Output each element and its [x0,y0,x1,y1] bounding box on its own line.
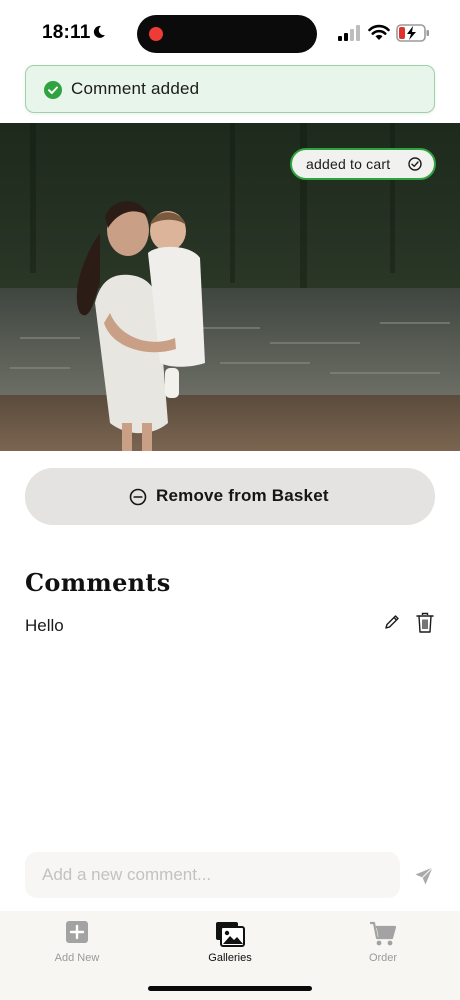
tab-galleries-label: Galleries [208,952,252,964]
trash-icon[interactable] [416,612,434,634]
wifi-icon [368,24,390,40]
remove-from-basket-label: Remove from Basket [156,486,329,505]
home-indicator [148,986,312,991]
check-circle-outline-icon [408,157,422,171]
cart-icon [370,921,397,946]
tab-add-new-label: Add New [54,952,100,964]
pencil-icon[interactable] [383,613,401,631]
moon-icon [93,25,105,38]
tab-add-new[interactable]: Add New [17,911,137,971]
dynamic-island [137,15,317,53]
tab-galleries[interactable]: Galleries [170,911,290,971]
status-time: 18:11 [42,22,91,43]
tab-order[interactable]: Order [323,911,443,971]
toast-message: Comment added [71,79,200,98]
plus-square-icon [66,921,88,943]
photo-gallery-icon [216,922,245,947]
comment-item: Hello [25,610,435,640]
new-comment-input[interactable] [25,852,400,898]
recording-indicator [149,27,163,41]
badge-label: added to cart [306,156,391,172]
added-to-cart-badge: added to cart [290,148,436,180]
signal-icon [338,25,360,41]
remove-from-basket-button[interactable]: Remove from Basket [25,468,435,525]
comments-heading: Comments [25,568,171,597]
minus-circle-icon [129,488,147,506]
battery-charging-icon [396,24,429,42]
status-bar: 18:11 [0,0,460,64]
success-toast: Comment added [25,65,435,113]
tab-order-label: Order [368,952,398,964]
send-icon[interactable] [414,866,434,886]
check-circle-icon [44,81,62,99]
comment-text: Hello [25,616,64,635]
